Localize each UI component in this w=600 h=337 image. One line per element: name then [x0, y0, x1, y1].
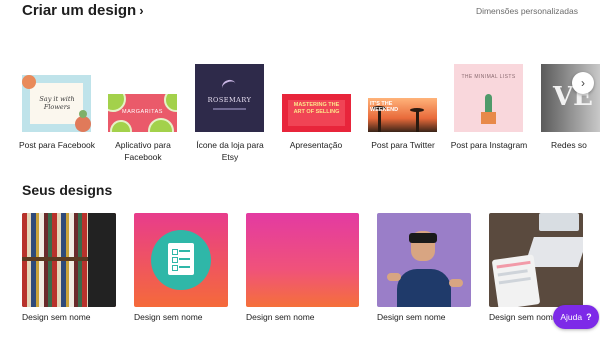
- template-thumb-text: THE MINIMAL LISTS: [461, 74, 516, 80]
- cactus-icon: [485, 94, 492, 112]
- checklist-icon: [168, 243, 194, 275]
- template-thumb-facebook-post[interactable]: Say it with Flowers: [22, 75, 91, 132]
- template-thumb-social-media[interactable]: VE: [541, 64, 600, 132]
- design-label[interactable]: Design sem nome: [489, 312, 558, 322]
- template-thumb-instagram-post[interactable]: THE MINIMAL LISTS: [454, 64, 523, 132]
- template-label-social-media[interactable]: Redes so: [551, 139, 600, 151]
- chevron-right-icon: ›: [139, 3, 144, 18]
- template-label-instagram-post[interactable]: Post para Instagram: [444, 139, 534, 151]
- template-label-facebook-app[interactable]: Aplicativo para Facebook: [104, 139, 182, 163]
- question-icon: ?: [586, 312, 592, 322]
- template-thumb-text: ROSEMARY: [207, 96, 252, 104]
- template-label-twitter-post[interactable]: Post para Twitter: [360, 139, 446, 151]
- create-design-title[interactable]: Criar um design ›: [22, 2, 144, 19]
- template-thumb-etsy-icon[interactable]: ROSEMARY: [195, 64, 264, 132]
- help-button[interactable]: Ajuda ?: [553, 305, 599, 329]
- template-thumb-text: Say it with Flowers: [39, 95, 75, 111]
- custom-dimensions-link[interactable]: Dimensões personalizadas: [476, 6, 578, 16]
- template-label-etsy-icon[interactable]: Ícone da loja para Etsy: [190, 139, 270, 163]
- template-label-text: Ícone da loja para Etsy: [196, 140, 264, 162]
- design-thumb[interactable]: [377, 213, 471, 307]
- create-design-title-text: Criar um design: [22, 2, 137, 19]
- template-label-presentation[interactable]: Apresentação: [276, 139, 356, 151]
- template-label-facebook-post[interactable]: Post para Facebook: [10, 139, 104, 151]
- design-thumb[interactable]: [134, 213, 228, 307]
- design-label[interactable]: Design sem nome: [377, 312, 446, 322]
- carousel-next-button[interactable]: ›: [572, 72, 594, 94]
- design-thumb[interactable]: [246, 213, 359, 307]
- template-thumb-text: MARGARITAS: [122, 109, 163, 115]
- design-label[interactable]: Design sem nome: [22, 312, 91, 322]
- vr-headset-icon: [409, 233, 437, 243]
- flower-pot-icon: [481, 112, 496, 124]
- design-thumb[interactable]: [22, 213, 116, 307]
- template-thumb-twitter-post[interactable]: IT'S THE WEEKEND: [368, 98, 437, 132]
- design-label[interactable]: Design sem nome: [246, 312, 315, 322]
- design-label[interactable]: Design sem nome: [134, 312, 203, 322]
- template-thumb-presentation[interactable]: MASTERING THE ART OF SELLING: [282, 94, 351, 132]
- template-thumb-text: IT'S THE WEEKEND: [370, 101, 399, 113]
- template-label-text: Aplicativo para Facebook: [115, 140, 171, 162]
- chevron-right-icon: ›: [581, 76, 585, 90]
- template-thumb-text: MASTERING THE ART OF SELLING: [293, 102, 340, 115]
- help-button-label: Ajuda: [560, 312, 583, 322]
- design-thumb[interactable]: [489, 213, 583, 307]
- leaf-icon: [220, 77, 238, 95]
- my-designs-title: Seus designs: [22, 182, 113, 198]
- template-thumb-facebook-app[interactable]: MARGARITAS: [108, 94, 177, 132]
